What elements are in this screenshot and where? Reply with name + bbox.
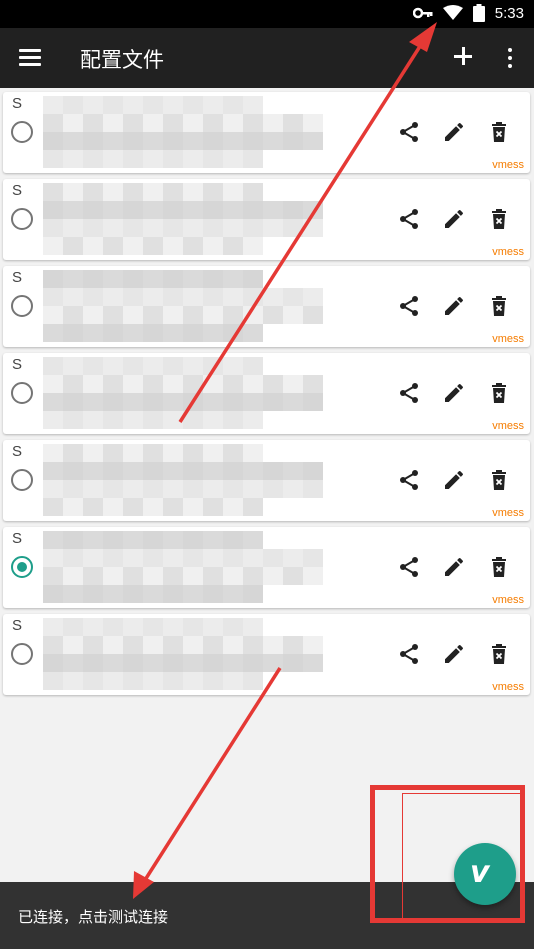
- profile-label: S: [12, 443, 23, 460]
- profile-type-label: vmess: [492, 594, 524, 606]
- vpn-key-icon: [412, 7, 433, 19]
- app-bar: 配置文件: [0, 28, 534, 88]
- share-icon[interactable]: [397, 381, 421, 405]
- profile-label: S: [12, 356, 23, 373]
- edit-icon[interactable]: [442, 207, 466, 231]
- delete-icon[interactable]: [487, 555, 511, 579]
- page-title: 配置文件: [80, 48, 164, 72]
- delete-icon[interactable]: [487, 468, 511, 492]
- redacted-profile-info: [33, 440, 353, 521]
- annotation-arrow-down: [143, 667, 282, 881]
- profile-select-radio[interactable]: [11, 556, 33, 578]
- share-icon[interactable]: [397, 120, 421, 144]
- status-icons: 5:33: [412, 4, 524, 22]
- profile-type-label: vmess: [492, 420, 524, 432]
- profile-label: S: [12, 530, 23, 547]
- profile-label: S: [12, 269, 23, 286]
- profile-label: S: [12, 182, 23, 199]
- profile-type-label: vmess: [492, 246, 524, 258]
- redacted-profile-info: [33, 179, 353, 260]
- snackbar-message: 已连接，点击测试连接: [18, 908, 169, 926]
- edit-icon[interactable]: [442, 294, 466, 318]
- redacted-profile-info: [33, 266, 353, 347]
- add-profile-button[interactable]: [452, 45, 474, 67]
- delete-icon[interactable]: [487, 120, 511, 144]
- share-icon[interactable]: [397, 294, 421, 318]
- profile-type-label: vmess: [492, 507, 524, 519]
- edit-icon[interactable]: [442, 642, 466, 666]
- profile-select-radio[interactable]: [11, 643, 33, 665]
- share-icon[interactable]: [397, 468, 421, 492]
- delete-icon[interactable]: [487, 294, 511, 318]
- profile-type-label: vmess: [492, 333, 524, 345]
- edit-icon[interactable]: [442, 120, 466, 144]
- profile-select-radio[interactable]: [11, 469, 33, 491]
- profile-select-radio[interactable]: [11, 382, 33, 404]
- status-bar: 5:33: [0, 0, 534, 28]
- profile-type-label: vmess: [492, 681, 524, 693]
- profile-card[interactable]: Svmess: [3, 527, 530, 608]
- delete-icon[interactable]: [487, 642, 511, 666]
- profile-select-radio[interactable]: [11, 208, 33, 230]
- profile-label: S: [12, 95, 23, 112]
- edit-icon[interactable]: [442, 555, 466, 579]
- profile-card[interactable]: Svmess: [3, 353, 530, 434]
- profile-type-label: vmess: [492, 159, 524, 171]
- v2ray-logo-icon: v: [470, 855, 490, 890]
- profile-card[interactable]: Svmess: [3, 266, 530, 347]
- share-icon[interactable]: [397, 555, 421, 579]
- wifi-icon: [442, 5, 463, 20]
- profile-card[interactable]: Svmess: [3, 614, 530, 695]
- redacted-profile-info: [33, 353, 353, 434]
- profile-select-radio[interactable]: [11, 121, 33, 143]
- profile-card[interactable]: Svmess: [3, 179, 530, 260]
- edit-icon[interactable]: [442, 381, 466, 405]
- redacted-profile-info: [33, 92, 353, 173]
- hamburger-menu-icon[interactable]: [19, 46, 43, 70]
- share-icon[interactable]: [397, 642, 421, 666]
- profile-card[interactable]: Svmess: [3, 440, 530, 521]
- redacted-profile-info: [33, 614, 353, 695]
- more-vert-icon[interactable]: [504, 47, 516, 69]
- status-time: 5:33: [494, 4, 524, 22]
- snackbar[interactable]: 已连接，点击测试连接: [0, 882, 534, 949]
- profile-card[interactable]: Svmess: [3, 92, 530, 173]
- delete-icon[interactable]: [487, 381, 511, 405]
- delete-icon[interactable]: [487, 207, 511, 231]
- share-icon[interactable]: [397, 207, 421, 231]
- battery-icon: [472, 4, 485, 22]
- redacted-profile-info: [33, 527, 353, 608]
- connect-fab-button[interactable]: v: [454, 843, 516, 905]
- profile-select-radio[interactable]: [11, 295, 33, 317]
- profile-label: S: [12, 617, 23, 634]
- edit-icon[interactable]: [442, 468, 466, 492]
